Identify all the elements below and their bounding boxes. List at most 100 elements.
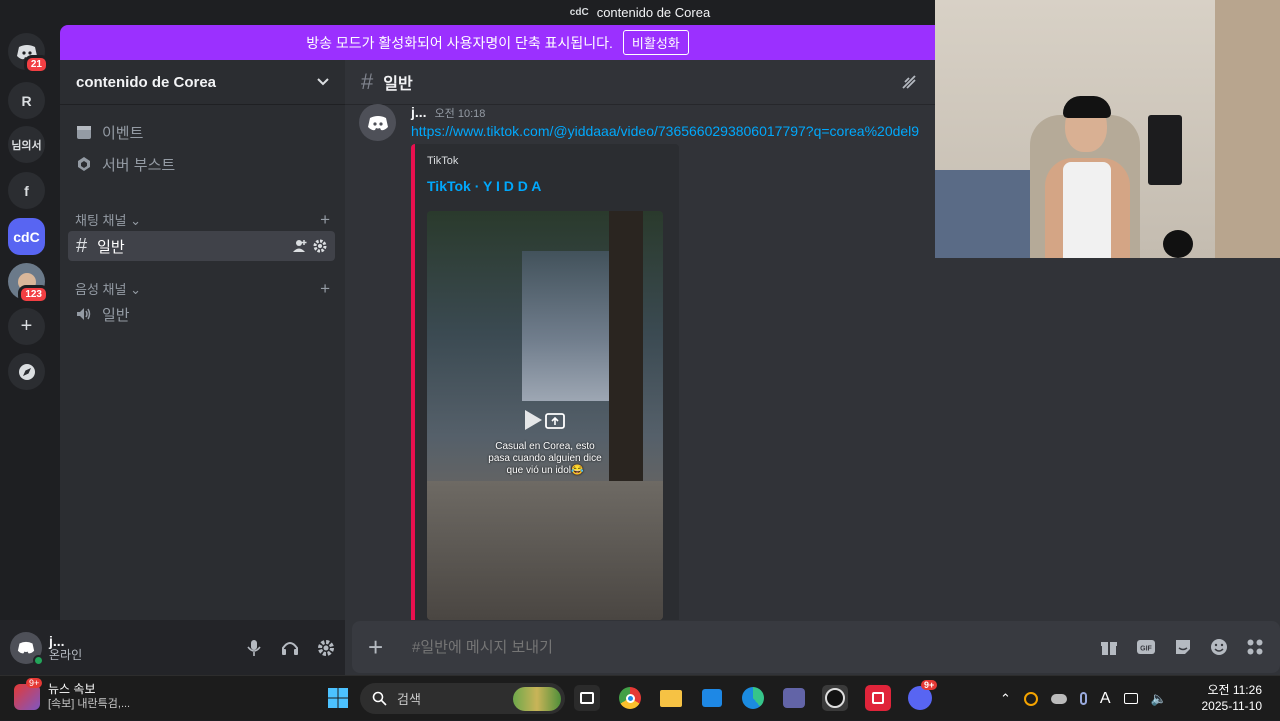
caption-line: Casual en Corea, esto xyxy=(495,441,595,452)
discord-taskbar-button[interactable]: 9+ xyxy=(907,680,938,711)
search-placeholder: 검색 xyxy=(397,692,421,707)
calendar-icon xyxy=(77,126,91,139)
mic-button[interactable] xyxy=(245,639,263,657)
notice-text: 방송 모드가 활성화되어 사용자명이 단축 표시됩니다. xyxy=(306,34,613,51)
avatar[interactable] xyxy=(10,631,44,666)
user-settings-button[interactable] xyxy=(317,639,335,657)
message-author[interactable]: j... xyxy=(411,104,427,120)
news-badge: 9+ xyxy=(26,678,43,688)
ime-indicator[interactable]: A xyxy=(1100,690,1111,708)
threads-icon[interactable] xyxy=(901,74,917,90)
gift-icon[interactable] xyxy=(1100,638,1118,656)
user-status: 온라인 xyxy=(49,647,83,662)
door xyxy=(1215,0,1280,258)
windows-taskbar: 9+ 뉴스 속보 [속보] 내란특검,... 검색 9+ ⌃ A 🔈 오전 11… xyxy=(0,675,1280,720)
start-button[interactable] xyxy=(325,685,351,711)
message-link[interactable]: https://www.tiktok.com/@yiddaaa/video/73… xyxy=(411,123,919,139)
cloud-icon[interactable] xyxy=(1050,693,1067,704)
chrome-button[interactable] xyxy=(617,685,643,711)
add-channel-icon[interactable]: + xyxy=(320,210,330,230)
server-label: cdC xyxy=(13,228,40,245)
server-rail: 21 R 님의서 f cdC 123 + xyxy=(0,25,60,675)
window-title: contenido de Corea xyxy=(596,5,711,20)
network-icon[interactable] xyxy=(1123,693,1138,704)
sync-icon[interactable] xyxy=(1023,691,1038,706)
play-icon[interactable] xyxy=(523,409,543,431)
taskbar-search[interactable]: 검색 xyxy=(360,683,565,714)
text-category[interactable]: 채팅 채널 ⌄ + xyxy=(75,210,330,230)
headphones-icon xyxy=(282,641,298,655)
embed-title[interactable]: TikTok · Y I D D A xyxy=(427,178,541,194)
server-label: 님의서 xyxy=(11,139,42,152)
bed xyxy=(935,170,1030,258)
dm-avatar[interactable]: 123 xyxy=(8,263,49,304)
chevron-down-icon: ⌄ xyxy=(130,282,141,297)
gif-icon[interactable]: GIF xyxy=(1136,638,1156,656)
home-button[interactable]: 21 xyxy=(8,33,49,74)
discord-logo-icon xyxy=(367,115,388,130)
suitcase xyxy=(1148,115,1182,185)
server-f[interactable]: f xyxy=(8,172,45,209)
discover-button[interactable] xyxy=(8,353,45,390)
chevron-down-icon: ⌄ xyxy=(130,213,141,228)
open-external-icon[interactable] xyxy=(545,412,565,430)
clock-time: 오전 11:26 xyxy=(1207,683,1262,697)
sidebar-item-events[interactable]: 이벤트 xyxy=(68,117,335,147)
clock[interactable]: 오전 11:26 2025-11-10 xyxy=(1196,682,1263,714)
channel-general-text[interactable]: # 일반 xyxy=(68,231,335,261)
add-server-button[interactable]: + xyxy=(8,308,45,345)
sidebar-item-boost[interactable]: 서버 부스트 xyxy=(68,149,335,179)
volume-icon[interactable]: 🔈 xyxy=(1151,691,1167,707)
sidebar-item-label: 서버 부스트 xyxy=(102,156,176,174)
server-r[interactable]: R xyxy=(8,82,45,119)
emoji-icon[interactable] xyxy=(1210,638,1228,656)
voice-category[interactable]: 음성 채널 ⌄ + xyxy=(75,279,330,299)
message-input[interactable] xyxy=(412,638,1052,656)
news-subtitle: [속보] 내란특검,... xyxy=(48,698,131,710)
embed-provider: TikTok xyxy=(427,155,459,167)
channel-label: 일반 xyxy=(97,238,125,256)
headset-button[interactable] xyxy=(281,639,299,657)
message-avatar[interactable] xyxy=(359,104,396,141)
recorder-button[interactable] xyxy=(865,685,891,711)
task-view-icon xyxy=(580,692,594,704)
video-caption: Casual en Corea, esto pasa cuando alguie… xyxy=(427,441,663,477)
file-explorer-button[interactable] xyxy=(658,685,684,711)
caption-line: que vió un idol😂 xyxy=(506,465,584,476)
link-embed: TikTok TikTok · Y I D D A Casual en Core… xyxy=(411,144,679,620)
mic-tray-icon[interactable] xyxy=(1079,692,1087,705)
add-channel-icon[interactable]: + xyxy=(320,279,330,299)
task-view-button[interactable] xyxy=(574,685,600,711)
gear-icon[interactable] xyxy=(313,239,327,253)
disable-button[interactable]: 비활성화 xyxy=(622,30,689,55)
channel-general-voice[interactable]: 일반 xyxy=(68,299,335,329)
clock-date: 2025-11-10 xyxy=(1201,699,1263,713)
gear-icon xyxy=(318,639,334,656)
server-user[interactable]: 님의서 xyxy=(8,126,45,163)
invite-icon[interactable] xyxy=(293,239,307,253)
store-button[interactable] xyxy=(699,685,725,711)
obs-button[interactable] xyxy=(822,685,848,711)
category-label: 음성 채널 xyxy=(75,282,127,297)
server-label: R xyxy=(21,92,32,109)
teams-button[interactable] xyxy=(781,685,807,711)
discord-logo-icon xyxy=(17,641,35,654)
app-logo: cdC xyxy=(569,7,589,18)
add-attachment-button[interactable]: + xyxy=(368,632,388,663)
chevron-up-icon[interactable]: ⌃ xyxy=(1000,691,1011,707)
hash-icon: # xyxy=(76,234,88,257)
video-thumbnail[interactable]: Casual en Corea, esto pasa cuando alguie… xyxy=(427,211,663,620)
news-widget[interactable]: 9+ 뉴스 속보 [속보] 내란특검,... xyxy=(14,678,131,712)
server-header[interactable]: contenido de Corea xyxy=(60,60,345,105)
webcam-overlay xyxy=(935,0,1280,258)
server-cdc[interactable]: cdC xyxy=(8,218,45,255)
apps-icon[interactable] xyxy=(1246,638,1264,656)
streamer-mode-notice: 방송 모드가 활성화되어 사용자명이 단축 표시됩니다. 비활성화 xyxy=(60,25,935,60)
speaker-icon xyxy=(77,308,91,320)
edge-button[interactable] xyxy=(740,685,766,711)
building-lights xyxy=(522,251,612,401)
store-icon xyxy=(702,689,722,707)
microphone xyxy=(1163,230,1193,258)
sticker-icon[interactable] xyxy=(1174,638,1192,656)
record-icon xyxy=(872,692,884,704)
